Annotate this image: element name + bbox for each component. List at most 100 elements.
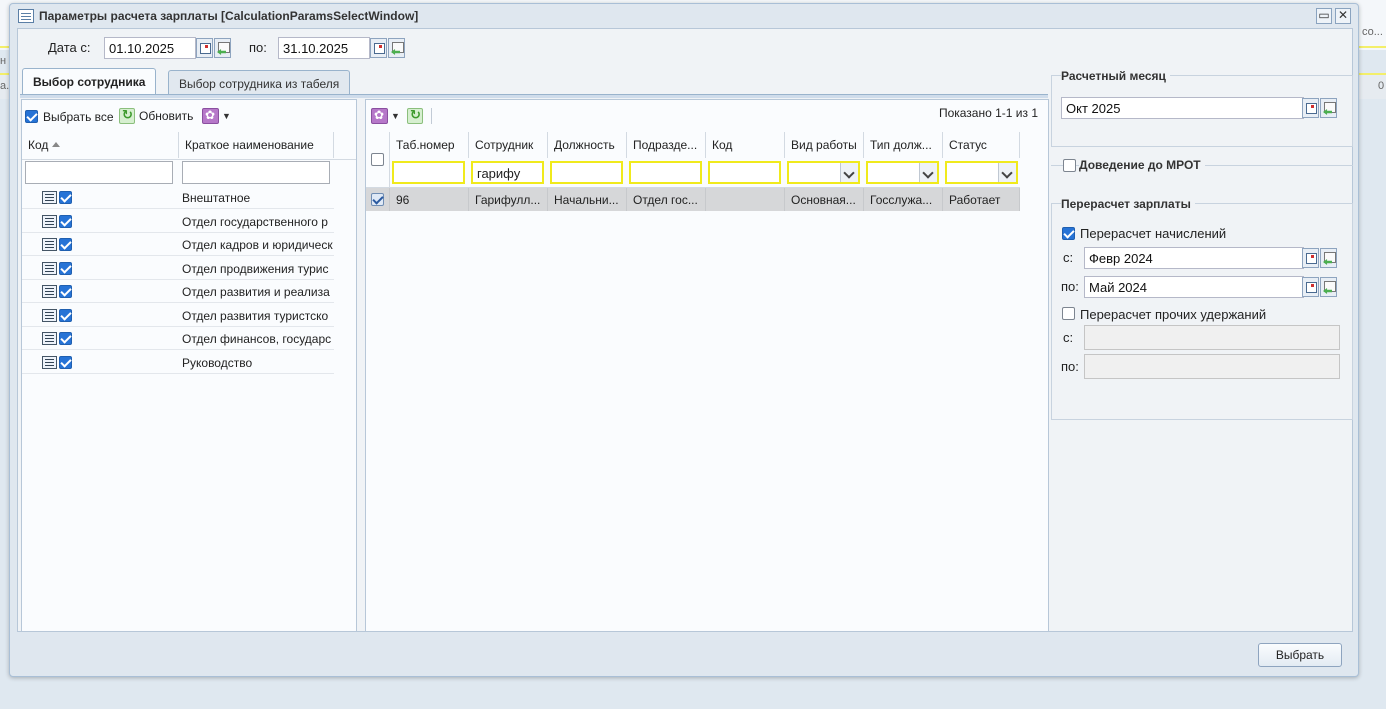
- filter-work-type[interactable]: [787, 161, 860, 184]
- row-checkbox[interactable]: [59, 191, 72, 204]
- refresh-icon[interactable]: [119, 107, 135, 124]
- recalc-accruals-checkbox[interactable]: [1062, 227, 1075, 240]
- chevron-down-icon[interactable]: ▼: [391, 111, 400, 121]
- column-short-name[interactable]: Краткое наименование: [179, 132, 334, 158]
- other-to-field[interactable]: [1084, 354, 1340, 379]
- list-icon: [42, 191, 57, 204]
- window-icon: [18, 9, 34, 23]
- cell-position-type: Госслужа...: [864, 188, 943, 211]
- calendar-icon[interactable]: [1302, 277, 1319, 297]
- settings-icon[interactable]: [371, 108, 388, 124]
- table-row[interactable]: 96 Гарифулл... Начальни... Отдел гос... …: [366, 188, 1020, 211]
- chevron-down-icon[interactable]: [998, 163, 1016, 182]
- departments-panel: Выбрать все Обновить ▼ Код Краткое наиме…: [21, 99, 357, 632]
- calendar-icon[interactable]: [1302, 98, 1319, 118]
- clear-icon[interactable]: [214, 38, 231, 58]
- clear-icon[interactable]: [388, 38, 405, 58]
- filter-status[interactable]: [945, 161, 1018, 184]
- employees-grid-panel: ▼ Показано 1-1 из 1 Таб.номер Сотрудник …: [365, 99, 1049, 632]
- clear-icon[interactable]: [1320, 98, 1337, 118]
- row-checkbox[interactable]: [59, 332, 72, 345]
- tab-select-employee[interactable]: Выбор сотрудника: [22, 68, 157, 95]
- row-checkbox[interactable]: [59, 238, 72, 251]
- filter-position[interactable]: [550, 161, 623, 184]
- column-tab-number[interactable]: Таб.номер: [390, 132, 469, 158]
- background-label: со...: [1362, 26, 1383, 38]
- list-icon: [42, 238, 57, 251]
- background-label: 0: [1378, 80, 1385, 92]
- row-select-cell: [366, 188, 390, 211]
- filter-position-type[interactable]: [866, 161, 939, 184]
- column-status[interactable]: Статус: [943, 132, 1020, 158]
- select-all-checkbox[interactable]: [25, 110, 38, 123]
- row-checkbox[interactable]: [59, 356, 72, 369]
- recalc-accruals-label: Перерасчет начислений: [1080, 226, 1227, 241]
- column-work-type[interactable]: Вид работы: [785, 132, 864, 158]
- clear-icon[interactable]: [1320, 248, 1337, 268]
- date-from-field[interactable]: 01.10.2025: [104, 37, 196, 59]
- mrot-checkbox[interactable]: [1063, 159, 1076, 172]
- select-all-rows-checkbox[interactable]: [371, 153, 384, 166]
- other-from-field[interactable]: [1084, 325, 1340, 350]
- close-button[interactable]: ✕: [1335, 8, 1351, 24]
- column-employee[interactable]: Сотрудник: [469, 132, 548, 158]
- list-item[interactable]: Внештатное: [22, 186, 334, 209]
- chevron-down-icon[interactable]: [840, 163, 858, 182]
- list-item[interactable]: Отдел кадров и юридическ: [22, 233, 334, 256]
- date-to-field[interactable]: 31.10.2025: [278, 37, 370, 59]
- list-item[interactable]: Руководство: [22, 351, 334, 374]
- filter-code[interactable]: [25, 161, 173, 184]
- date-to-label: по:: [249, 40, 267, 55]
- month-field[interactable]: Окт 2025: [1061, 97, 1304, 119]
- cell-code: [706, 188, 785, 211]
- row-checkbox[interactable]: [371, 193, 384, 206]
- window-titlebar[interactable]: Параметры расчета зарплаты [CalculationP…: [10, 4, 1358, 28]
- list-item[interactable]: Отдел продвижения турис: [22, 257, 334, 280]
- maximize-button[interactable]: ▭: [1316, 8, 1332, 24]
- list-item[interactable]: Отдел государственного р: [22, 210, 334, 233]
- background-label: н: [0, 55, 7, 67]
- recalc-to-field[interactable]: Май 2024: [1084, 276, 1304, 298]
- recalc-other-label: Перерасчет прочих удержаний: [1080, 307, 1267, 322]
- refresh-icon[interactable]: [407, 107, 423, 124]
- column-code[interactable]: Код: [706, 132, 785, 158]
- other-to-label: по:: [1061, 359, 1079, 374]
- refresh-button[interactable]: Обновить: [139, 109, 193, 123]
- row-checkbox[interactable]: [59, 215, 72, 228]
- column-department[interactable]: Подразде...: [627, 132, 706, 158]
- column-position-type[interactable]: Тип долж...: [864, 132, 943, 158]
- tab-select-from-timesheet[interactable]: Выбор сотрудника из табеля: [168, 70, 351, 94]
- row-checkbox[interactable]: [59, 262, 72, 275]
- window-title: Параметры расчета зарплаты [CalculationP…: [39, 9, 419, 23]
- list-icon: [42, 215, 57, 228]
- list-item[interactable]: Отдел финансов, государс: [22, 327, 334, 350]
- filter-department[interactable]: [629, 161, 702, 184]
- window-body: Дата с: 01.10.2025 по: 31.10.2025 Выбор …: [17, 28, 1353, 632]
- clear-icon[interactable]: [1320, 277, 1337, 297]
- column-code[interactable]: Код: [22, 132, 179, 158]
- list-item[interactable]: Отдел развития туристско: [22, 304, 334, 327]
- list-icon: [42, 332, 57, 345]
- sort-asc-icon: [52, 142, 61, 147]
- row-checkbox[interactable]: [59, 309, 72, 322]
- filter-short-name[interactable]: [182, 161, 330, 184]
- list-item[interactable]: Отдел развития и реализа: [22, 280, 334, 303]
- calendar-icon[interactable]: [370, 38, 387, 58]
- settings-icon[interactable]: [202, 108, 219, 124]
- row-checkbox[interactable]: [59, 285, 72, 298]
- filter-code[interactable]: [708, 161, 781, 184]
- chevron-down-icon[interactable]: [919, 163, 937, 182]
- chevron-down-icon[interactable]: ▼: [222, 111, 231, 121]
- filter-employee[interactable]: гарифу: [471, 161, 544, 184]
- calendar-icon[interactable]: [1302, 248, 1319, 268]
- recalc-other-checkbox[interactable]: [1062, 307, 1075, 320]
- list-icon: [42, 262, 57, 275]
- background-label: а.: [0, 80, 10, 92]
- filter-tab-number[interactable]: [392, 161, 465, 184]
- calendar-icon[interactable]: [196, 38, 213, 58]
- cell-department: Отдел гос...: [627, 188, 706, 211]
- recalc-from-field[interactable]: Февр 2024: [1084, 247, 1304, 269]
- select-button[interactable]: Выбрать: [1258, 643, 1342, 667]
- column-position[interactable]: Должность: [548, 132, 627, 158]
- select-all-label: Выбрать все: [43, 110, 114, 124]
